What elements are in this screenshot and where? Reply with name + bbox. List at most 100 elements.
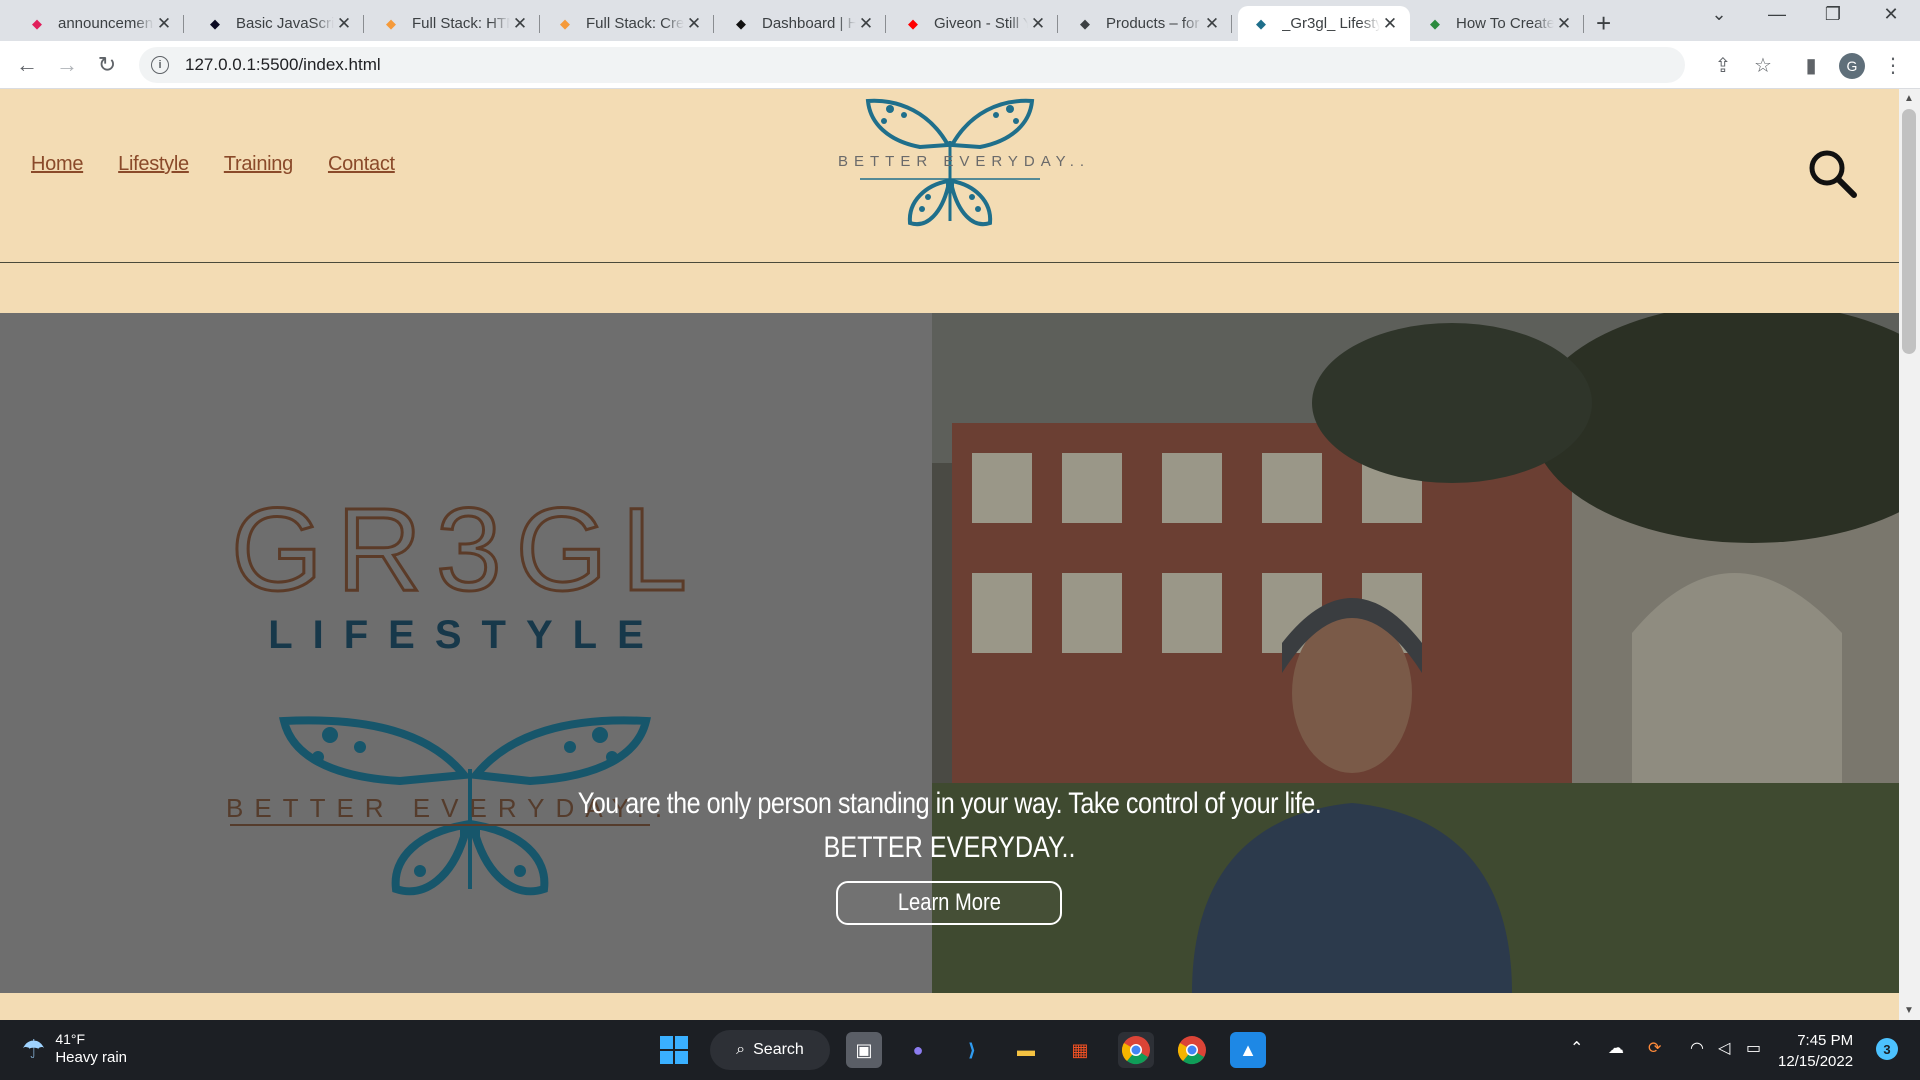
wifi-icon[interactable]: ◠ bbox=[1690, 1038, 1704, 1058]
photos-app-icon[interactable]: ▲ bbox=[1230, 1032, 1266, 1068]
tab-separator bbox=[1231, 15, 1232, 33]
brand-logo[interactable]: BETTER EVERYDAY.. bbox=[830, 93, 1084, 243]
browser-tab[interactable]: ◆ Products – for ✕ bbox=[1062, 6, 1232, 41]
minimize-icon[interactable]: — bbox=[1762, 4, 1792, 25]
browser-tab[interactable]: ◆ How To Create ✕ bbox=[1412, 6, 1584, 41]
start-windows-icon[interactable] bbox=[656, 1032, 692, 1068]
browser-tab[interactable]: ◆ _Gr3gl_ Lifesty ✕ bbox=[1238, 6, 1410, 41]
tab-close-icon[interactable]: ✕ bbox=[1028, 14, 1048, 34]
tab-title: Full Stack: HTML bbox=[412, 15, 510, 32]
site-nav: Home Lifestyle Training Contact bbox=[31, 153, 395, 176]
page-scrollbar[interactable]: ▲ ▼ bbox=[1899, 89, 1920, 1020]
forward-icon[interactable]: → bbox=[52, 50, 82, 80]
hackerrank-icon: ◆ bbox=[736, 15, 746, 31]
notification-badge[interactable]: 3 bbox=[1876, 1038, 1898, 1060]
hero-text: You are the only person standing in your… bbox=[0, 787, 1899, 865]
tab-separator bbox=[539, 15, 540, 33]
address-bar[interactable]: i 127.0.0.1:5500/index.html bbox=[139, 47, 1685, 83]
bookmark-star-icon[interactable]: ☆ bbox=[1748, 50, 1778, 80]
volume-icon[interactable]: ◁ bbox=[1718, 1038, 1730, 1058]
tab-close-icon[interactable]: ✕ bbox=[856, 14, 876, 34]
battery-icon[interactable]: ▭ bbox=[1746, 1038, 1761, 1058]
browser-tab[interactable]: ◆ Full Stack: Create✕ bbox=[542, 6, 714, 41]
weather-widget[interactable]: ☂ 41°F Heavy rain bbox=[22, 1030, 127, 1068]
tab-title: _Gr3gl_ Lifesty bbox=[1282, 15, 1380, 32]
taskbar-search-button[interactable]: ⌕ Search bbox=[710, 1030, 830, 1070]
side-panel-icon[interactable]: ▮ bbox=[1796, 50, 1826, 80]
tab-separator bbox=[183, 15, 184, 33]
tab-close-icon[interactable]: ✕ bbox=[684, 14, 704, 34]
tab-close-icon[interactable]: ✕ bbox=[334, 14, 354, 34]
chrome-profile-icon[interactable] bbox=[1174, 1032, 1210, 1068]
clock-date: 12/15/2022 bbox=[1778, 1053, 1854, 1070]
learn-more-button[interactable]: Learn More bbox=[836, 881, 1062, 925]
rain-umbrella-icon: ☂ bbox=[22, 1033, 46, 1064]
nav-link-lifestyle[interactable]: Lifestyle bbox=[118, 153, 189, 176]
tab-close-icon[interactable]: ✕ bbox=[154, 14, 174, 34]
page-viewport: Home Lifestyle Training Contact BETTER E… bbox=[0, 89, 1899, 1020]
gr3gl-wordmark: _GR3GL_ bbox=[148, 503, 780, 603]
reload-icon[interactable]: ↻ bbox=[92, 50, 122, 80]
tab-close-icon[interactable]: ✕ bbox=[1554, 14, 1574, 34]
nav-link-home[interactable]: Home bbox=[31, 153, 83, 176]
tab-search-icon[interactable]: ⌄ bbox=[1704, 4, 1734, 25]
menu-kebab-icon[interactable]: ⋮ bbox=[1878, 50, 1908, 80]
browser-tab[interactable]: ◆ announcements✕ bbox=[14, 6, 184, 41]
close-window-icon[interactable]: ✕ bbox=[1876, 4, 1906, 25]
microsoft-store-icon[interactable]: ▦ bbox=[1062, 1032, 1098, 1068]
share-icon[interactable]: ⇪ bbox=[1708, 50, 1738, 80]
youtube-icon: ◆ bbox=[908, 15, 918, 31]
taskbar-search-label: Search bbox=[753, 1041, 804, 1058]
system-clock[interactable]: 7:45 PM 12/15/2022 bbox=[1778, 1030, 1853, 1072]
tab-separator bbox=[363, 15, 364, 33]
back-icon[interactable]: ← bbox=[12, 50, 42, 80]
file-explorer-icon[interactable]: ▬ bbox=[1008, 1032, 1044, 1068]
nav-link-training[interactable]: Training bbox=[224, 153, 293, 176]
vscode-icon[interactable]: ⟩ bbox=[954, 1032, 990, 1068]
brand-tagline: BETTER EVERYDAY.. bbox=[838, 153, 1091, 170]
wix-icon: ◆ bbox=[1430, 15, 1440, 31]
tab-title: announcements bbox=[58, 15, 154, 32]
browser-tab[interactable]: ◆ Giveon - Still Y ✕ bbox=[890, 6, 1058, 41]
tab-title: How To Create bbox=[1456, 15, 1554, 32]
tray-overflow-icon[interactable]: ⌃ bbox=[1570, 1038, 1583, 1058]
browser-toolbar: ← → ↻ i 127.0.0.1:5500/index.html ⇪ ☆ ▮ … bbox=[0, 41, 1920, 89]
tab-close-icon[interactable]: ✕ bbox=[510, 14, 530, 34]
windows-taskbar: ☂ 41°F Heavy rain ⌕ Search ▣ ● ⟩ ▬ ▦ ▲ ⌃… bbox=[0, 1020, 1920, 1080]
slack-icon: ◆ bbox=[32, 15, 42, 31]
m-logo-icon: ◆ bbox=[386, 15, 396, 31]
shopify-icon: ◆ bbox=[1080, 15, 1090, 31]
browser-tab[interactable]: ◆ Basic JavaScript✕ bbox=[192, 6, 364, 41]
browser-tab[interactable]: ◆ Dashboard | H ✕ bbox=[718, 6, 886, 41]
chrome-icon[interactable] bbox=[1118, 1032, 1154, 1068]
restore-icon[interactable]: ❐ bbox=[1818, 4, 1848, 25]
nav-link-contact[interactable]: Contact bbox=[328, 153, 395, 176]
hero-motto: BETTER EVERYDAY.. bbox=[823, 831, 1076, 864]
weather-condition: Heavy rain bbox=[55, 1049, 128, 1066]
task-view-icon[interactable]: ▣ bbox=[846, 1032, 882, 1068]
search-icon[interactable] bbox=[1806, 147, 1858, 199]
tab-title: Full Stack: Create bbox=[586, 15, 684, 32]
teams-chat-icon[interactable]: ● bbox=[900, 1032, 936, 1068]
scroll-down-icon[interactable]: ▼ bbox=[1904, 1005, 1914, 1016]
hero-quote: You are the only person standing in your… bbox=[577, 787, 1322, 820]
freecodecamp-icon: ◆ bbox=[210, 15, 220, 31]
tab-close-icon[interactable]: ✕ bbox=[1380, 14, 1400, 34]
sync-icon[interactable]: ⟳ bbox=[1648, 1038, 1661, 1058]
hero-photo bbox=[932, 313, 1899, 993]
url-text[interactable]: 127.0.0.1:5500/index.html bbox=[185, 55, 381, 75]
tab-title: Basic JavaScript bbox=[236, 15, 334, 32]
onedrive-icon[interactable]: ☁ bbox=[1608, 1038, 1624, 1058]
site-header: Home Lifestyle Training Contact BETTER E… bbox=[0, 89, 1899, 263]
tab-close-icon[interactable]: ✕ bbox=[1202, 14, 1222, 34]
scroll-thumb[interactable] bbox=[1902, 109, 1916, 354]
hero-section: _GR3GL_ LIFESTYLE BETTER EVERYDAY.. You … bbox=[0, 313, 1899, 993]
scroll-up-icon[interactable]: ▲ bbox=[1904, 93, 1914, 104]
svg-text:_GR3GL_: _GR3GL_ bbox=[149, 503, 780, 603]
new-tab-button[interactable]: + bbox=[1596, 8, 1611, 39]
profile-avatar[interactable]: G bbox=[1839, 53, 1865, 79]
browser-tab-strip: ◆announcements✕◆Basic JavaScript✕◆Full S… bbox=[0, 0, 1920, 41]
site-info-icon[interactable]: i bbox=[151, 56, 169, 74]
weather-temp: 41°F bbox=[55, 1031, 86, 1047]
browser-tab[interactable]: ◆ Full Stack: HTML✕ bbox=[368, 6, 540, 41]
